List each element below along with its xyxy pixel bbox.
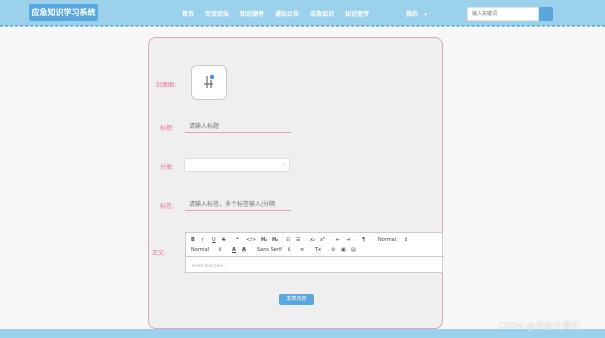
chevron-down-icon: ⇕ xyxy=(218,247,223,253)
body-label: 正文: xyxy=(152,250,167,257)
background-color-button[interactable]: A xyxy=(242,247,246,253)
ordered-list-button[interactable]: ☷ xyxy=(286,237,290,243)
nav-item-notice[interactable]: 通知公告 xyxy=(275,9,299,18)
subscript-button[interactable]: x₂ xyxy=(310,237,315,243)
submit-post-button[interactable]: 发表内容 xyxy=(279,294,314,305)
category-label: 分类: xyxy=(160,164,175,171)
title-input[interactable] xyxy=(185,120,291,133)
font-select[interactable]: Sans Serif xyxy=(257,247,282,253)
cover-label: 封面图: xyxy=(156,82,177,89)
app-logo-title[interactable]: 应急知识学习系统 xyxy=(29,4,98,21)
image-button[interactable]: ▣ xyxy=(341,247,346,253)
tags-input[interactable] xyxy=(185,198,291,211)
chevron-down-icon: ▼ xyxy=(424,12,428,17)
align-button[interactable]: ≡ xyxy=(300,247,304,253)
bullet-list-button[interactable]: ☰ xyxy=(296,237,300,243)
upload-image-icon xyxy=(204,74,215,88)
nav-item-knowledge[interactable]: 应急知识 xyxy=(310,9,334,18)
chevron-down-icon: ⌄ xyxy=(281,161,286,167)
bold-button[interactable]: B xyxy=(191,237,195,243)
link-button[interactable]: ⊘ xyxy=(331,247,335,253)
indent-button[interactable]: ⇥ xyxy=(346,237,350,243)
size-select[interactable]: Normal xyxy=(191,247,209,253)
header-2-button[interactable]: H₂ xyxy=(272,237,278,243)
nav-item-mine[interactable]: 我的 ▼ xyxy=(406,9,427,18)
video-button[interactable]: ▤ xyxy=(351,247,356,253)
header-1-button[interactable]: H₁ xyxy=(261,237,267,243)
text-direction-button[interactable]: ¶ xyxy=(362,237,365,243)
nav-links: 首页 交流论坛 知识测考 通知公告 应急知识 知识宣传 xyxy=(182,0,380,26)
nav-item-home[interactable]: 首页 xyxy=(182,9,194,18)
header-select[interactable]: Normal xyxy=(378,237,396,243)
rich-text-editor: B I U S ❝ </> H₁ H₂ ☷ ☰ x₂ x² ⇤ ⇥ ¶ Norm… xyxy=(185,232,444,273)
underline-button[interactable]: U xyxy=(212,237,216,243)
code-block-button[interactable]: </> xyxy=(246,237,256,243)
outdent-button[interactable]: ⇤ xyxy=(336,237,340,243)
search-input[interactable] xyxy=(467,7,539,21)
tags-label: 标签: xyxy=(160,203,175,210)
editor-toolbar: B I U S ❝ </> H₁ H₂ ☷ ☰ x₂ x² ⇤ ⇥ ¶ Norm… xyxy=(186,233,444,257)
category-select[interactable]: ⌄ xyxy=(184,158,290,172)
font-color-button[interactable]: A xyxy=(232,247,236,253)
blockquote-button[interactable]: ❝ xyxy=(236,237,239,243)
superscript-button[interactable]: x² xyxy=(320,237,325,243)
cover-upload[interactable] xyxy=(191,65,227,100)
editor-body-placeholder[interactable]: Insert text here ... xyxy=(192,263,228,268)
strike-button[interactable]: S xyxy=(222,237,225,243)
nav-item-forum[interactable]: 交流论坛 xyxy=(205,9,229,18)
nav-mine-label: 我的 xyxy=(406,11,419,18)
nav-item-exam[interactable]: 知识测考 xyxy=(240,9,264,18)
clean-format-button[interactable]: Tx xyxy=(315,247,321,253)
csdn-watermark: CSDN @伟庭大师兄 xyxy=(498,322,581,332)
chevron-down-icon: ⇕ xyxy=(287,247,292,253)
italic-button[interactable]: I xyxy=(202,237,203,243)
nav-item-publicity[interactable]: 知识宣传 xyxy=(345,9,369,18)
chevron-down-icon: ⇕ xyxy=(404,237,409,243)
title-label: 标题: xyxy=(160,125,175,132)
search-button[interactable] xyxy=(539,7,553,21)
top-navbar: 应急知识学习系统 首页 交流论坛 知识测考 通知公告 应急知识 知识宣传 我的 … xyxy=(0,0,605,27)
